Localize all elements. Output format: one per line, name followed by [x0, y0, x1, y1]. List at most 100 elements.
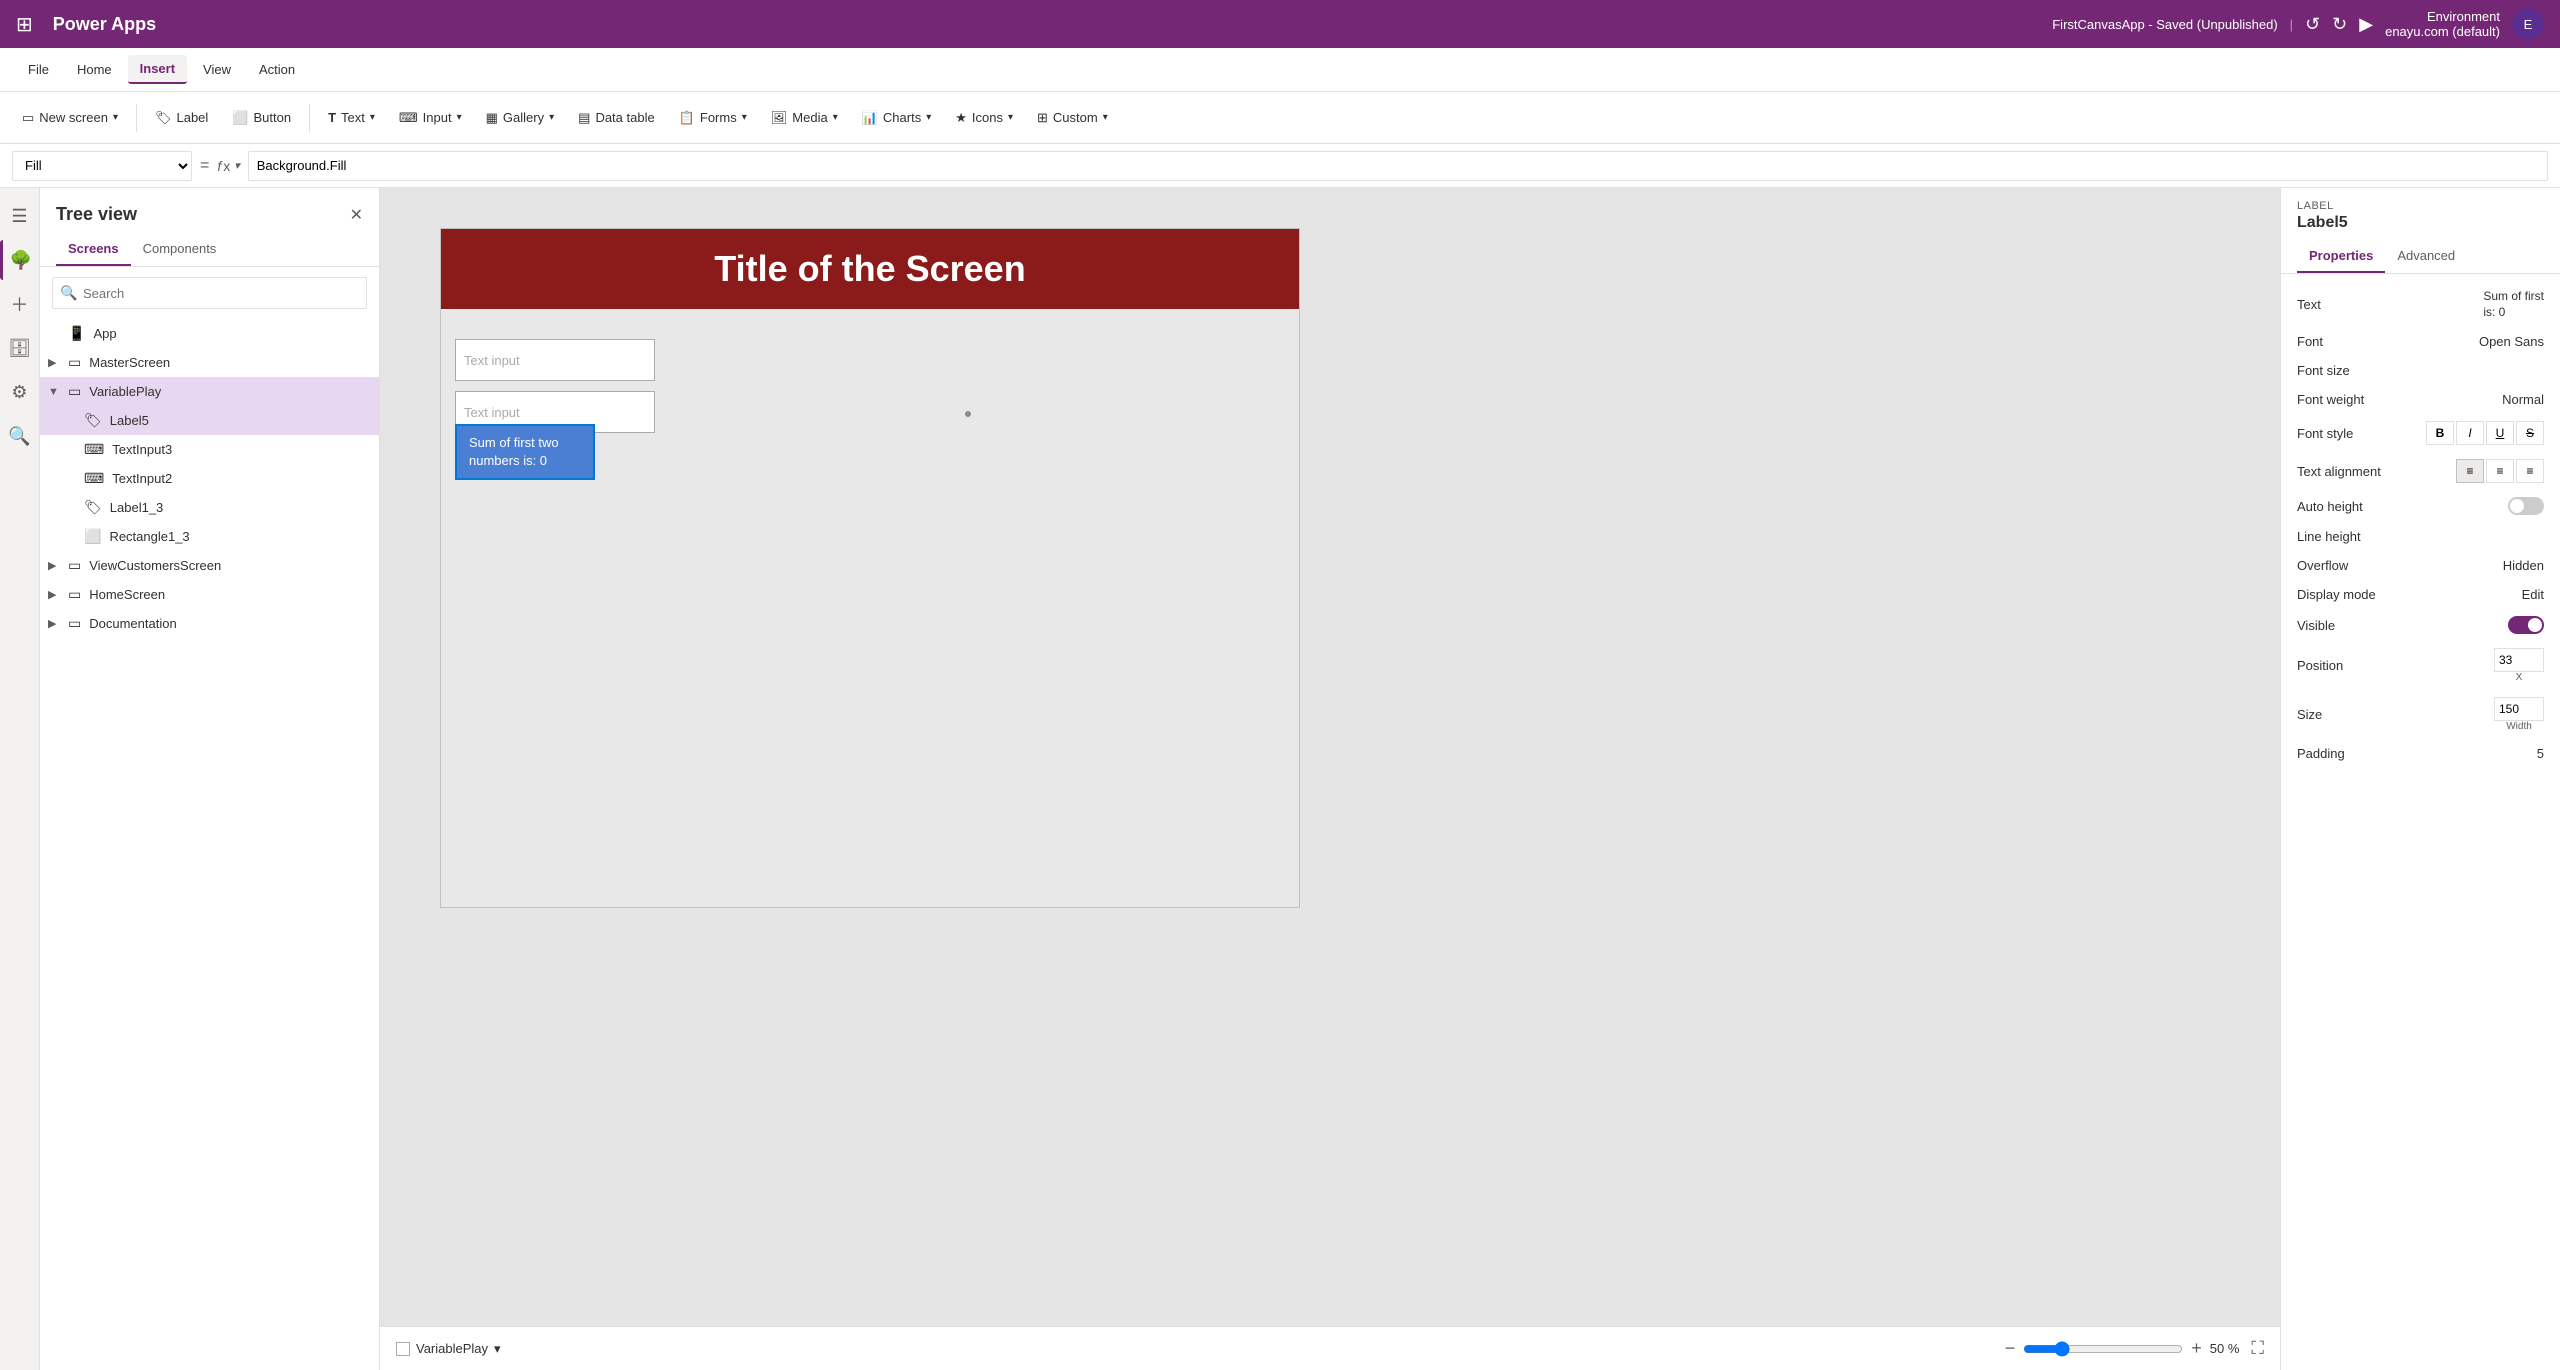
menu-home[interactable]: Home [65, 56, 124, 83]
menu-icon-btn[interactable]: ☰ [0, 196, 40, 236]
fit-screen-icon[interactable]: ⛶ [2251, 1338, 2264, 1359]
custom-button[interactable]: ⊞ Custom ▾ [1027, 105, 1118, 131]
text-button[interactable]: T Text ▾ [318, 105, 385, 130]
left-icon-strip: ☰ 🌳 ＋ 🗄 ⚙ 🔍 [0, 188, 40, 1370]
canvas-label-box[interactable]: Sum of first two numbers is: 0 [455, 424, 595, 480]
waffle-icon[interactable]: ⊞ [16, 12, 33, 37]
prop-value-font[interactable]: Open Sans [2479, 334, 2544, 349]
tree-item-label5[interactable]: 🏷 Label5 [40, 406, 379, 435]
tree-item-rectangle1-3[interactable]: ⬜ Rectangle1_3 [40, 522, 379, 551]
prop-value-padding[interactable]: 5 [2537, 746, 2544, 761]
tab-advanced[interactable]: Advanced [2385, 240, 2467, 273]
prop-row-size: Size Width [2281, 690, 2560, 739]
bottom-bar: VariablePlay ▾ − + 50 % ⛶ [380, 1326, 2280, 1370]
input-button[interactable]: ⌨ Input ▾ [389, 105, 472, 131]
italic-button[interactable]: I [2456, 421, 2484, 445]
top-bar-right: FirstCanvasApp - Saved (Unpublished) | ↺… [2052, 8, 2544, 40]
tree-item-homescreen[interactable]: ▶ ▭ HomeScreen [40, 580, 379, 609]
prop-value-fontweight[interactable]: Normal [2502, 392, 2544, 407]
canvas-title-text: Title of the Screen [714, 248, 1025, 290]
zoom-out-button[interactable]: − [2005, 1338, 2016, 1359]
charts-button[interactable]: 📊 Charts ▾ [852, 105, 942, 131]
size-width-input[interactable] [2494, 697, 2544, 721]
tree-item-masterscreen[interactable]: ▶ ▭ MasterScreen [40, 348, 379, 377]
auto-height-toggle[interactable] [2508, 497, 2544, 515]
prop-label-overflow: Overflow [2297, 558, 2348, 573]
position-x-input[interactable] [2494, 648, 2544, 672]
text-icon: T [328, 110, 336, 125]
zoom-in-button[interactable]: + [2191, 1338, 2202, 1359]
canvas-text-input-1[interactable]: Text input [455, 339, 655, 381]
menu-insert[interactable]: Insert [128, 55, 187, 84]
data-table-button[interactable]: ▤ Data table [568, 105, 665, 131]
screen-checkbox [396, 1342, 410, 1356]
prop-label-textalign: Text alignment [2297, 464, 2381, 479]
env-name: enayu.com (default) [2385, 24, 2500, 39]
label-button[interactable]: 🏷 Label [145, 105, 218, 131]
tree-item-textinput3[interactable]: ⌨ TextInput3 [40, 435, 379, 464]
prop-value-overflow[interactable]: Hidden [2503, 558, 2544, 573]
textinput2-label: TextInput2 [112, 471, 371, 486]
align-center-button[interactable]: ≡ [2486, 459, 2514, 483]
sidebar-title: Tree view [56, 204, 137, 225]
zoom-slider[interactable] [2023, 1341, 2183, 1357]
sidebar-close-button[interactable]: ✕ [350, 205, 363, 225]
add-icon-btn[interactable]: ＋ [0, 284, 40, 324]
size-width-wrap: Width [2494, 697, 2544, 732]
position-x-wrap: X [2494, 648, 2544, 683]
align-left-button[interactable]: ≡ [2456, 459, 2484, 483]
main-layout: ☰ 🌳 ＋ 🗄 ⚙ 🔍 Tree view ✕ Screens Componen… [0, 188, 2560, 1370]
icons-dropdown-icon: ▾ [1008, 112, 1013, 123]
tree-item-variableplay[interactable]: ▼ ▭ VariablePlay ⋯ [40, 377, 379, 406]
data-icon-btn[interactable]: 🗄 [0, 328, 40, 368]
tab-properties[interactable]: Properties [2297, 240, 2385, 273]
tree-view-icon-btn[interactable]: 🌳 [0, 240, 40, 280]
screen-name: VariablePlay [416, 1341, 488, 1356]
menu-file[interactable]: File [16, 56, 61, 83]
redo-icon[interactable]: ↻ [2332, 14, 2347, 35]
gallery-button[interactable]: ▦ Gallery ▾ [476, 105, 565, 131]
search-icon: 🔍 [60, 285, 77, 302]
menu-view[interactable]: View [191, 56, 243, 83]
play-icon[interactable]: ▶ [2359, 14, 2373, 35]
strikethrough-button[interactable]: S [2516, 421, 2544, 445]
tree-item-textinput2[interactable]: ⌨ TextInput2 [40, 464, 379, 493]
bold-button[interactable]: B [2426, 421, 2454, 445]
menu-action[interactable]: Action [247, 56, 307, 83]
variables-icon-btn[interactable]: ⚙ [0, 372, 40, 412]
tree-item-label1-3[interactable]: 🏷 Label1_3 [40, 493, 379, 522]
screen-dropdown-icon[interactable]: ▾ [494, 1341, 501, 1357]
custom-icon: ⊞ [1037, 110, 1048, 126]
button-button[interactable]: ⬜ Button [222, 105, 301, 131]
canvas-content[interactable]: Title of the Screen Text input Text inpu… [441, 229, 1299, 907]
label1-3-label: Label1_3 [110, 500, 371, 515]
media-button[interactable]: 🖼 Media ▾ [761, 105, 848, 131]
undo-icon[interactable]: ↺ [2305, 14, 2320, 35]
tree-item-viewcustomers[interactable]: ▶ ▭ ViewCustomersScreen [40, 551, 379, 580]
viewcustomers-icon: ▭ [68, 557, 81, 574]
user-avatar[interactable]: E [2512, 8, 2544, 40]
new-screen-icon: ▭ [22, 110, 34, 126]
label5-icon: 🏷 [84, 412, 102, 429]
documentation-expand: ▶ [48, 617, 64, 630]
underline-button[interactable]: U [2486, 421, 2514, 445]
formula-input[interactable] [248, 151, 2548, 181]
property-selector[interactable]: Fill [12, 151, 192, 181]
icons-button[interactable]: ★ Icons ▾ [945, 105, 1023, 131]
prop-value-text[interactable]: Sum of firstis: 0 [2483, 289, 2544, 320]
masterscreen-expand: ▶ [48, 356, 64, 369]
tab-screens[interactable]: Screens [56, 233, 131, 266]
homescreen-label: HomeScreen [89, 587, 371, 602]
visible-toggle[interactable] [2508, 616, 2544, 634]
tree-item-app[interactable]: 📱 App [40, 319, 379, 348]
prop-label-position: Position [2297, 658, 2343, 673]
zoom-controls: − + 50 % ⛶ [2005, 1338, 2264, 1359]
forms-button[interactable]: 📋 Forms ▾ [669, 105, 757, 131]
search-input[interactable] [52, 277, 367, 309]
prop-value-displaymode[interactable]: Edit [2522, 587, 2544, 602]
align-right-button[interactable]: ≡ [2516, 459, 2544, 483]
new-screen-button[interactable]: ▭ New screen ▾ [12, 105, 128, 131]
tab-components[interactable]: Components [131, 233, 229, 266]
tree-item-documentation[interactable]: ▶ ▭ Documentation [40, 609, 379, 638]
search-icon-btn[interactable]: 🔍 [0, 416, 40, 456]
